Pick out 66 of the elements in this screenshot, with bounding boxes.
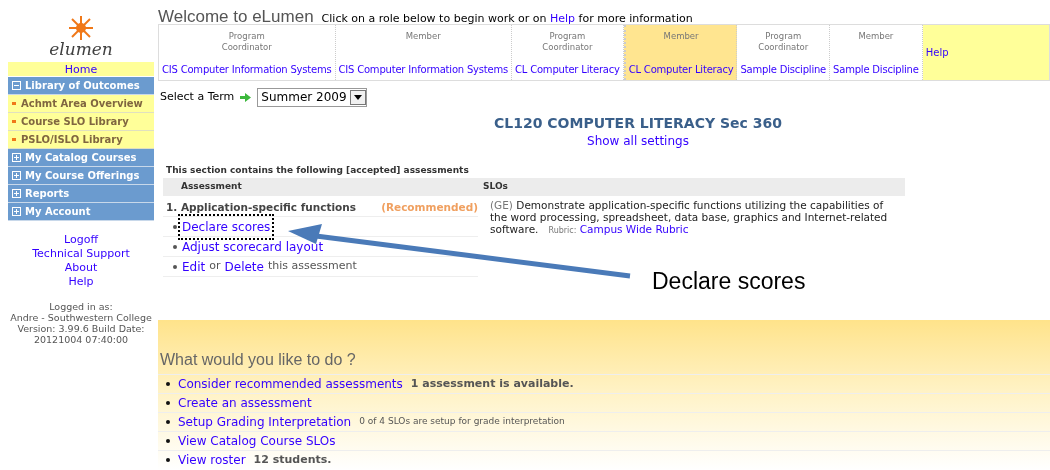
todo-link[interactable]: View Catalog Course SLOs bbox=[178, 432, 336, 450]
todo-link[interactable]: Consider recommended assessments bbox=[178, 375, 403, 393]
sidebar-link[interactable]: Logoff bbox=[64, 233, 98, 247]
todo-link[interactable]: Setup Grading Interpretation bbox=[178, 413, 352, 431]
term-select[interactable]: Summer 2009 bbox=[257, 87, 367, 107]
todo-note: 0 of 4 SLOs are setup for grade interpretation bbox=[359, 415, 565, 429]
sidebar-item[interactable]: PSLO/ISLO Library bbox=[8, 131, 154, 149]
bullet-icon bbox=[12, 138, 16, 141]
logo-text: elumen bbox=[49, 41, 113, 58]
or-text: or bbox=[209, 258, 221, 275]
plus-box-icon[interactable] bbox=[12, 171, 21, 180]
dropdown-icon[interactable] bbox=[349, 89, 366, 105]
slo-text: (GE) Demonstrate application-specific functions utilizing the capabilities of the word processing, spreadsheet, data base, graphics and Internet-related software. Rubric: Campus Wide Rubric bbox=[489, 199, 888, 237]
role-tab[interactable]: Program Coordinator CIS Computer Information Systems bbox=[159, 25, 336, 80]
todo-link[interactable]: View roster bbox=[178, 451, 246, 469]
delete-link[interactable]: Delete bbox=[224, 257, 264, 276]
settings-link[interactable]: Show all settings bbox=[587, 134, 689, 148]
arrow-right-icon bbox=[240, 92, 252, 102]
plus-box-icon[interactable] bbox=[12, 189, 21, 198]
sidebar-item[interactable]: Achmt Area Overview bbox=[8, 95, 154, 113]
sidebar-link[interactable]: About bbox=[64, 261, 98, 275]
footer-text: Version: 3.99.6 Build Date: 20121004 07:40:00 bbox=[16, 323, 146, 345]
assessment-name: 1. Application-specific functions bbox=[166, 199, 356, 215]
todo-link[interactable]: Create an assessment bbox=[178, 394, 312, 412]
todo-title: What would you like to do ? bbox=[159, 350, 357, 370]
footer-text: Andre - Southwestern College bbox=[10, 312, 152, 323]
term-label: Select a Term bbox=[160, 88, 235, 105]
bullet-icon bbox=[12, 102, 16, 105]
table-caption: This section contains the following [accepted] assessments bbox=[165, 164, 470, 177]
rubric-link[interactable]: Campus Wide Rubric bbox=[579, 223, 689, 235]
bullet-icon bbox=[166, 458, 170, 462]
minus-box-icon[interactable] bbox=[12, 81, 21, 90]
bullet-icon bbox=[173, 224, 177, 229]
sidebar-link[interactable]: Help bbox=[68, 275, 94, 289]
recommended-tag: (Recommended) bbox=[381, 199, 478, 216]
sun-icon bbox=[68, 15, 94, 41]
home-link[interactable]: Home bbox=[8, 62, 154, 77]
footer-text: Logged in as: bbox=[49, 301, 113, 312]
page-title: Welcome to eLumen bbox=[158, 6, 314, 28]
plus-box-icon[interactable] bbox=[12, 153, 21, 162]
sidebar-link[interactable]: Technical Support bbox=[32, 247, 130, 261]
action-link[interactable]: Adjust scorecard layout bbox=[182, 237, 324, 256]
bullet-icon bbox=[166, 401, 170, 405]
plus-box-icon[interactable] bbox=[12, 207, 21, 216]
column-header: SLOs bbox=[483, 180, 508, 194]
bullet-icon bbox=[166, 420, 170, 424]
bullet-icon bbox=[173, 264, 177, 269]
role-tab[interactable]: Member Sample Discipline bbox=[830, 25, 923, 80]
action-text: this assessment bbox=[267, 258, 357, 275]
bullet-icon bbox=[166, 439, 170, 443]
sidebar-item[interactable]: Course SLO Library bbox=[8, 113, 154, 131]
todo-note: 1 assessment is available. bbox=[410, 375, 574, 392]
bullet-icon bbox=[173, 244, 177, 249]
course-title: CL120 COMPUTER LITERACY Sec 360 bbox=[494, 114, 782, 133]
column-header: Assessment bbox=[180, 180, 243, 194]
todo-note: 12 students. bbox=[253, 451, 332, 468]
action-link[interactable]: Declare scores bbox=[182, 217, 271, 236]
bullet-icon bbox=[12, 120, 16, 123]
bullet-icon bbox=[166, 382, 170, 386]
role-tab[interactable]: Member CL Computer Literacy bbox=[623, 25, 738, 80]
callout-label: Declare scores bbox=[652, 267, 806, 296]
help-tab[interactable]: Help bbox=[922, 25, 1049, 80]
help-link[interactable]: Help bbox=[550, 12, 576, 25]
edit-link[interactable]: Edit bbox=[182, 257, 206, 276]
role-tab[interactable]: Program Coordinator CL Computer Literacy bbox=[512, 25, 624, 80]
intro-text: Click on a role below to begin work or on Help for more information bbox=[321, 11, 693, 27]
